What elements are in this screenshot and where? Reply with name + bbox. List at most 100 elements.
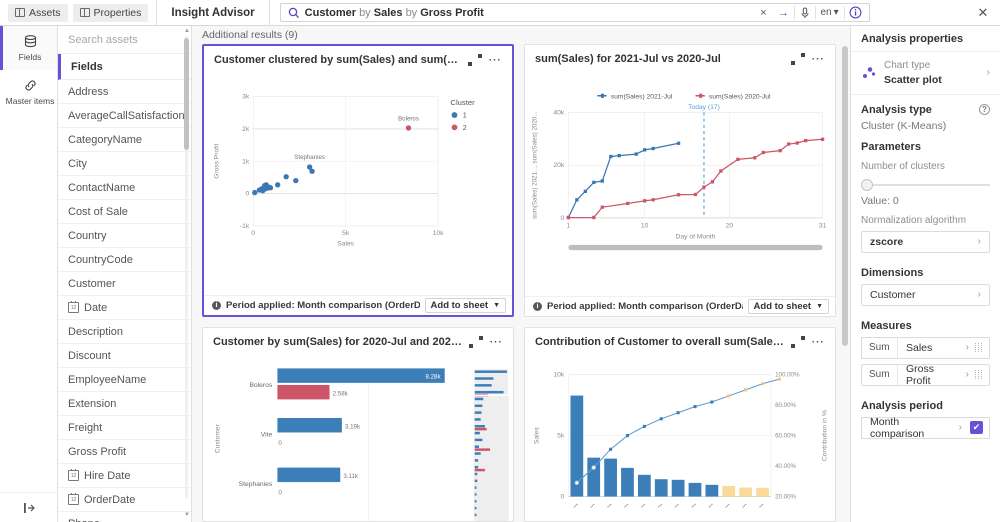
data-point[interactable] (727, 394, 731, 398)
data-point[interactable] (617, 154, 621, 158)
data-point[interactable] (744, 387, 748, 392)
result-card-bar[interactable]: Customer by sum(Sales) for 2020-Jul and … (202, 326, 514, 522)
field-item[interactable]: Description (58, 320, 191, 344)
bar[interactable] (688, 482, 702, 497)
field-item[interactable]: CategoryName (58, 128, 191, 152)
result-card-scatter[interactable]: Customer clustered by sum(Sales) and sum… (202, 44, 514, 317)
data-point[interactable] (267, 185, 274, 191)
add-to-sheet-button[interactable]: Add to sheet ▼ (747, 298, 829, 314)
bar[interactable] (654, 478, 668, 497)
data-point[interactable] (710, 400, 714, 404)
info-icon[interactable] (845, 6, 867, 19)
more-options-icon[interactable]: ⋯ (811, 335, 825, 348)
microphone-icon[interactable] (795, 4, 815, 21)
field-item[interactable]: 12 Date (58, 296, 191, 320)
field-item[interactable]: 12 OrderDate (58, 488, 191, 512)
search-box[interactable]: Customer by Sales by Gross Profit × → en… (279, 3, 870, 22)
result-card-line[interactable]: sum(Sales) for 2021-Jul vs 2020-Jul ⋯ su… (524, 44, 836, 317)
expand-icon[interactable] (791, 52, 805, 66)
expand-icon[interactable] (468, 53, 482, 67)
field-item[interactable]: Discount (58, 344, 191, 368)
drag-handle-icon[interactable] (975, 370, 989, 380)
pareto-chart[interactable]: 0 5k 10k 20.00% 40.00% 60.00% 80.00% 100.00% •••… (525, 356, 835, 521)
clear-search-icon[interactable]: × (754, 4, 774, 21)
bar[interactable] (277, 467, 341, 482)
data-point[interactable] (252, 189, 258, 196)
card-body[interactable]: Boleros 8.28k 2.58k Vite 3.19k 0 Stephanies 3.1… (203, 356, 513, 521)
data-point[interactable] (753, 156, 757, 160)
field-item[interactable]: Gross Profit (58, 440, 191, 464)
more-options-icon[interactable]: ⋯ (811, 52, 825, 65)
expand-icon[interactable] (469, 335, 483, 349)
search-assets-input[interactable]: Search assets (58, 26, 191, 54)
collapse-sidebar-button[interactable] (0, 492, 57, 522)
data-point[interactable] (736, 157, 740, 162)
analysis-period-checkbox[interactable]: ✔ (970, 421, 983, 435)
data-point[interactable] (643, 199, 647, 203)
bar[interactable] (637, 474, 651, 497)
data-point[interactable] (820, 137, 825, 141)
result-card-pareto[interactable]: Contribution of Customer to overall sum(… (524, 326, 836, 522)
field-list[interactable]: Address AverageCallSatisfaction CategoryNa… (58, 80, 191, 522)
assets-scrollbar[interactable]: ▲ ▼ (184, 28, 190, 518)
close-button[interactable]: ✕ (966, 0, 1000, 25)
data-point[interactable] (626, 201, 630, 206)
data-point[interactable] (405, 125, 412, 131)
line-chart[interactable]: sum(Sales) 2021-Jul sum(Sales) 2020-Jul 0 2… (525, 73, 835, 296)
scroll-up-icon[interactable]: ▲ (184, 28, 190, 34)
data-point[interactable] (787, 142, 791, 146)
series-line[interactable] (567, 142, 679, 218)
bar[interactable] (277, 384, 330, 400)
bar[interactable] (277, 417, 342, 433)
search-input[interactable]: Customer by Sales by Gross Profit (305, 7, 754, 19)
analysis-period-row[interactable]: Month comparison › ✔ (861, 416, 990, 440)
data-point[interactable] (283, 174, 289, 180)
normalization-select[interactable]: zscore › (861, 230, 990, 253)
data-point[interactable] (795, 141, 799, 145)
more-options-icon[interactable]: ⋯ (489, 335, 503, 348)
add-to-sheet-button[interactable]: Add to sheet ▼ (424, 297, 506, 313)
properties-toggle-button[interactable]: Properties (72, 3, 149, 22)
field-item[interactable]: Country (58, 224, 191, 248)
data-point[interactable] (574, 480, 580, 485)
data-point[interactable] (609, 447, 613, 451)
chart-scrollbar[interactable] (568, 244, 823, 251)
data-point[interactable] (634, 152, 638, 156)
data-point[interactable] (676, 410, 680, 414)
field-item[interactable]: City (58, 152, 191, 176)
scrollbar-thumb[interactable] (184, 38, 189, 150)
data-point[interactable] (693, 404, 697, 408)
data-point[interactable] (643, 148, 647, 152)
data-point[interactable] (777, 377, 781, 381)
slider-handle[interactable] (861, 178, 873, 191)
assets-toggle-button[interactable]: Assets (8, 3, 68, 22)
data-point[interactable] (651, 146, 655, 151)
data-point[interactable] (760, 381, 765, 385)
field-item[interactable]: ContactName (58, 176, 191, 200)
data-point[interactable] (275, 182, 281, 188)
data-point[interactable] (566, 215, 571, 220)
bar[interactable] (604, 458, 617, 497)
data-point[interactable] (761, 150, 765, 155)
number-of-clusters-slider[interactable] (861, 178, 990, 191)
expand-icon[interactable] (791, 335, 805, 349)
bar[interactable] (705, 484, 719, 497)
bar[interactable] (277, 368, 445, 383)
data-point[interactable] (676, 141, 681, 145)
bar[interactable] (621, 467, 634, 497)
field-item[interactable]: Cost of Sale (58, 200, 191, 224)
data-point[interactable] (719, 169, 723, 173)
scroll-down-icon[interactable]: ▼ (184, 512, 190, 518)
more-options-icon[interactable]: ⋯ (488, 53, 502, 66)
field-item[interactable]: CountryCode (58, 248, 191, 272)
scrollbar-thumb[interactable] (842, 46, 848, 346)
field-item[interactable]: Phone (58, 512, 191, 522)
data-point[interactable] (625, 433, 630, 437)
data-point[interactable] (702, 185, 706, 189)
bar[interactable] (756, 487, 769, 497)
data-point[interactable] (591, 464, 596, 470)
data-point[interactable] (778, 148, 782, 153)
field-item[interactable]: Freight (58, 416, 191, 440)
data-point[interactable] (659, 416, 663, 421)
bar[interactable] (722, 485, 736, 497)
